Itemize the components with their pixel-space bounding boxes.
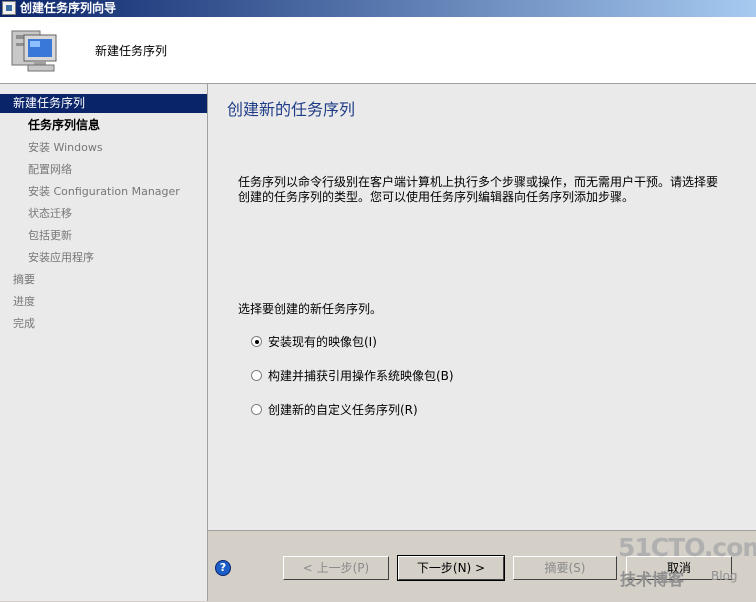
step-completion: 完成 [13, 317, 35, 330]
step-task-sequence-info: 任务序列信息 [28, 118, 101, 132]
option-label: 创建新的自定义任务序列(R) [268, 403, 418, 417]
watermark-blog-label: Blog [711, 569, 738, 583]
selection-prompt: 选择要创建的新任务序列。 [238, 302, 383, 316]
wizard-steps-sidebar: 新建任务序列 任务序列信息 安装 Windows 配置网络 安装 Configu… [0, 84, 208, 601]
step-summary: 摘要 [13, 273, 35, 286]
step-install-applications: 安装应用程序 [28, 251, 94, 264]
summary-button[interactable]: 摘要(S) [513, 556, 617, 580]
step-include-updates: 包括更新 [28, 229, 72, 242]
wizard-header: 新建任务序列 [0, 17, 756, 84]
radio-button[interactable] [251, 404, 262, 415]
radio-button[interactable] [251, 370, 262, 381]
step-install-configmgr: 安装 Configuration Manager [28, 185, 180, 198]
site-watermark: 51CTO.com 技术博客 Blog [618, 533, 756, 593]
step-progress: 进度 [13, 295, 35, 308]
watermark-site-name: 51CTO.com [618, 533, 756, 562]
radio-button-selected[interactable] [251, 336, 262, 347]
description-text: 任务序列以命令行级别在客户端计算机上执行多个步骤或操作，而无需用户干预。请选择要… [238, 175, 719, 204]
wizard-content: 创建新的任务序列 任务序列以命令行级别在客户端计算机上执行多个步骤或操作，而无需… [208, 84, 756, 530]
next-button[interactable]: 下一步(N) > [397, 555, 505, 581]
step-new-task-sequence: 新建任务序列 [0, 94, 207, 113]
header-title: 新建任务序列 [95, 44, 168, 58]
step-configure-network: 配置网络 [28, 163, 72, 176]
option-label: 构建并捕获引用操作系统映像包(B) [268, 369, 454, 383]
step-install-windows: 安装 Windows [28, 141, 103, 154]
step-state-migration: 状态迁移 [28, 207, 72, 220]
previous-button[interactable]: < 上一步(P) [283, 556, 389, 580]
watermark-blog-text: 技术博客 [620, 570, 685, 589]
wizard-app-icon [2, 1, 16, 15]
title-bar: 创建任务序列向导 [0, 0, 756, 17]
help-icon[interactable]: ? [215, 560, 231, 576]
computer-icon [11, 30, 57, 72]
window-title: 创建任务序列向导 [20, 1, 117, 15]
option-label: 安装现有的映像包(I) [268, 335, 377, 349]
page-title: 创建新的任务序列 [227, 100, 356, 119]
